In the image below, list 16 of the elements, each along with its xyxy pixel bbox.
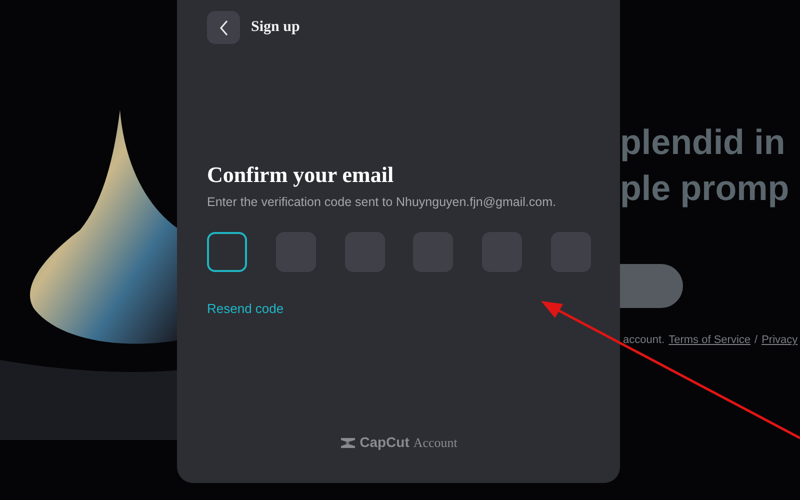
dialog-title: Sign up — [251, 18, 300, 38]
brand-suffix: Account — [413, 434, 458, 452]
instruction-text: Enter the verification code sent to Nhuynguyen.fjn@gmail.com. — [207, 194, 557, 211]
headline-text: plendid in — [620, 122, 786, 164]
back-button[interactable] — [207, 11, 240, 44]
headline-text: ple promp — [620, 168, 790, 210]
brand-name: CapCut — [360, 433, 410, 452]
code-digit-field[interactable] — [207, 232, 247, 272]
resend-code-link[interactable]: Resend code — [207, 298, 284, 318]
footer-text: account. — [623, 333, 665, 348]
capcut-logo-icon — [340, 436, 356, 448]
heading-text: Confirm your email — [207, 161, 395, 189]
privacy-link[interactable]: Privacy — [762, 332, 798, 348]
terms-link[interactable]: Terms of Service — [668, 332, 751, 348]
chevron-left-icon — [218, 20, 228, 36]
separator-text: / — [754, 333, 758, 348]
